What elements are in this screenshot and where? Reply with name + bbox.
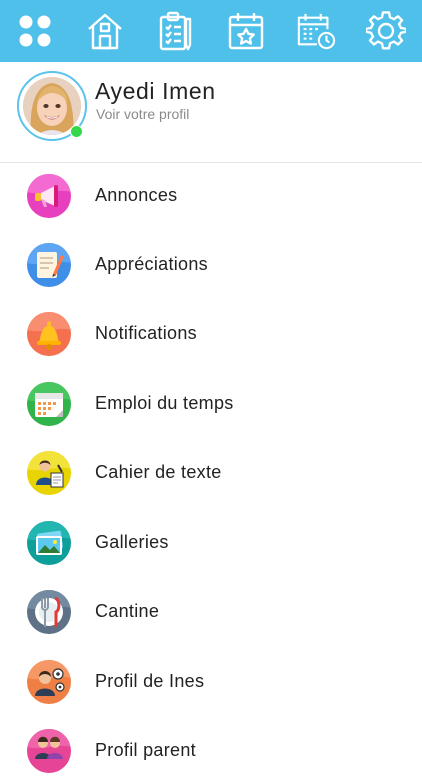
- calendar-star-icon[interactable]: [226, 10, 266, 52]
- parent-icon: [27, 729, 71, 773]
- menu-item-label: Cantine: [95, 601, 160, 621]
- bell-icon: [27, 312, 71, 356]
- menu-item-profil-parent[interactable]: Profil parent: [0, 718, 422, 784]
- menu-item-cahier-de-texte[interactable]: Cahier de texte: [0, 440, 422, 506]
- photo-gallery-icon: [27, 521, 71, 565]
- menu-item-label: Emploi du temps: [95, 393, 234, 413]
- menu-item-annonces[interactable]: Annonces: [0, 163, 422, 229]
- online-status-dot: [70, 125, 83, 138]
- gear-icon[interactable]: [366, 10, 406, 52]
- child-settings-icon: [27, 660, 71, 704]
- notepad-pencil-icon: [27, 243, 71, 287]
- menu-item-label: Profil parent: [95, 740, 196, 760]
- grid-icon[interactable]: [15, 10, 55, 52]
- menu-item-label: Galleries: [95, 532, 169, 552]
- menu-item-galleries[interactable]: Galleries: [0, 510, 422, 576]
- calendar-icon: [27, 382, 71, 426]
- menu-item-appreciations[interactable]: Appréciations: [0, 232, 422, 298]
- menu-item-cantine[interactable]: Cantine: [0, 579, 422, 645]
- menu-item-label: Profil de Ines: [95, 671, 205, 691]
- fork-knife-icon: [27, 590, 71, 634]
- avatar[interactable]: [17, 71, 87, 141]
- clipboard-checklist-icon[interactable]: [156, 10, 196, 52]
- profile-header[interactable]: Ayedi Imen Voir votre profil: [0, 62, 422, 162]
- home-icon[interactable]: [85, 10, 125, 52]
- menu-item-label: Notifications: [95, 323, 197, 343]
- menu-item-notifications[interactable]: Notifications: [0, 301, 422, 367]
- view-profile-link[interactable]: Voir votre profil: [96, 106, 189, 122]
- menu-item-label: Appréciations: [95, 254, 208, 274]
- teacher-icon: [27, 451, 71, 495]
- megaphone-icon: [27, 174, 71, 218]
- menu-item-label: Annonces: [95, 185, 178, 205]
- menu-item-emploi-du-temps[interactable]: Emploi du temps: [0, 371, 422, 437]
- top-nav-bar: [0, 0, 422, 62]
- menu-item-label: Cahier de texte: [95, 462, 222, 482]
- profile-name: Ayedi Imen: [95, 78, 216, 104]
- calendar-clock-icon[interactable]: [296, 10, 336, 52]
- menu-item-profil-enfant[interactable]: Profil de Ines: [0, 649, 422, 715]
